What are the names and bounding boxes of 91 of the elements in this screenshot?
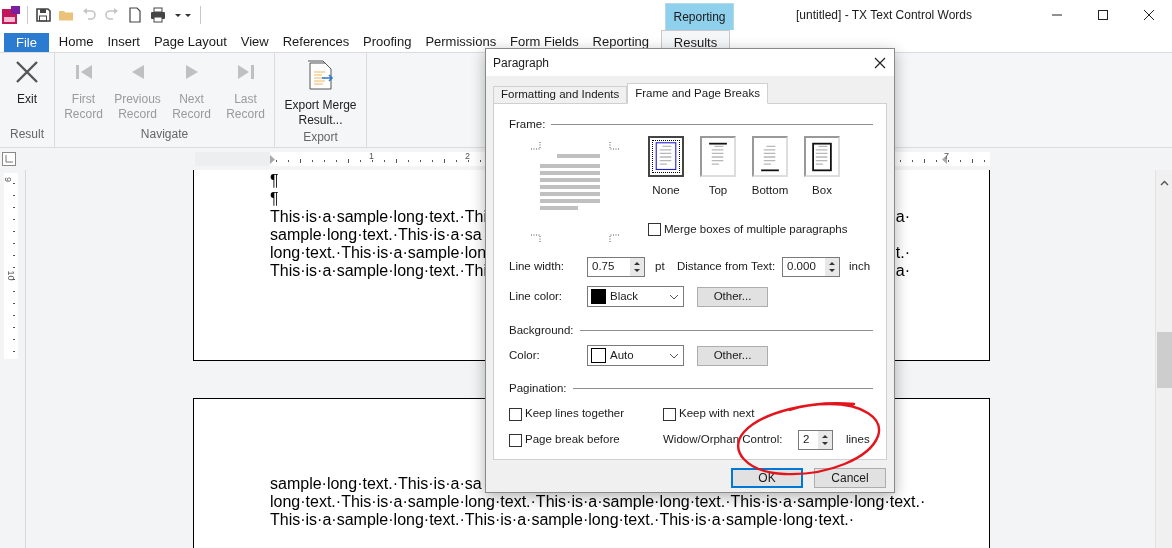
chevron-down-icon: [669, 352, 679, 359]
ruler-number: 2: [465, 150, 470, 163]
checkbox-label: Keep with next: [679, 406, 755, 422]
dialog-tab[interactable]: Frame and Page Breaks: [627, 83, 768, 104]
scrollbar[interactable]: [1155, 170, 1172, 548]
text-line: ¶: [270, 190, 279, 208]
tab-stop-icon[interactable]: [2, 152, 16, 166]
text-line: long·text.·This·is·a·sample·long·text.·This·is·a·sample·long·text.·This·is·a·sample·long·text.·: [270, 493, 926, 511]
dialog-title: Paragraph: [493, 54, 550, 72]
context-tab-group: Reporting: [665, 3, 734, 30]
frame-option-button[interactable]: [804, 136, 840, 177]
ribbon-tab[interactable]: Form Fields: [506, 30, 583, 52]
window-title: [untitled] - TX Text Control Words: [795, 7, 973, 24]
ribbon-button[interactable]: Export Merge Result...: [278, 59, 363, 128]
spinner-arrows-icon[interactable]: [818, 431, 832, 449]
ruler-number: 7: [944, 150, 949, 163]
button[interactable]: OK: [731, 468, 803, 488]
button[interactable]: Cancel: [814, 468, 886, 488]
group-label: Navigate: [139, 126, 190, 143]
frame-option-button[interactable]: [648, 136, 684, 177]
button[interactable]: Other...: [697, 345, 768, 366]
ruler-number: 1: [369, 150, 374, 163]
section-heading: Background:: [509, 322, 574, 338]
text-line: sample·long·text.·This·is·a·sa: [270, 475, 482, 493]
frame-option-label: Bottom: [751, 183, 789, 197]
checkbox-label: Keep lines together: [525, 406, 625, 422]
ruler-number: 9: [3, 177, 12, 182]
spin-field[interactable]: 2: [798, 430, 833, 450]
close-icon[interactable]: [874, 56, 886, 69]
text-line: This·is·a·sample·long·text.·Thi: [270, 208, 487, 226]
checkbox-label: Merge boxes of multiple paragraphs: [664, 222, 848, 237]
unit-label: inch: [849, 259, 871, 275]
scrollbar-thumb[interactable]: [1156, 332, 1172, 388]
close-icon: [14, 59, 40, 85]
app-icon: [2, 6, 20, 24]
color-dropdown[interactable]: Auto: [587, 345, 684, 366]
chevron-down-icon: [669, 293, 679, 300]
text-line: This·is·a·sample·long·text.·This·is·a·sample·long·text.·This·is·a·sample·long·text.·: [270, 511, 855, 529]
ribbon-tab[interactable]: Proofing: [359, 30, 416, 52]
button[interactable]: Other...: [697, 286, 768, 307]
ribbon-tab[interactable]: View: [236, 30, 273, 52]
maximize-icon[interactable]: [1097, 9, 1109, 21]
dialog-tab[interactable]: Formatting and Indents: [493, 86, 628, 104]
chevron-up-icon[interactable]: [1159, 180, 1169, 186]
field-label: Line width:: [509, 259, 565, 275]
checkbox[interactable]: [663, 407, 676, 421]
text-line: This·is·a·sample·long·text.·Thi: [270, 262, 487, 280]
checkbox-label: Page break before: [525, 432, 620, 448]
spin-field[interactable]: 0.000: [782, 257, 840, 277]
document-icon[interactable]: [127, 7, 143, 23]
frame-option-label: None: [652, 183, 680, 197]
field-label: Line color:: [509, 288, 564, 304]
frame-option-label: Box: [812, 183, 832, 197]
ribbon-tab[interactable]: File: [4, 33, 49, 52]
text-line: sample·long·text.·This·is·a·sa: [270, 226, 482, 244]
section-heading: Frame:: [509, 116, 546, 132]
unit-label: pt: [655, 259, 666, 275]
text-line: long·text.·This·is·a·sample·lon: [270, 244, 487, 262]
checkbox[interactable]: [648, 223, 661, 237]
text-line: ¶: [270, 172, 279, 190]
text-line: a·: [895, 208, 910, 226]
field-label: Color:: [509, 347, 541, 363]
frame-option-label: Top: [708, 183, 728, 197]
ribbon-tab[interactable]: Home: [54, 30, 98, 52]
section-heading: Pagination:: [509, 380, 567, 396]
spin-field[interactable]: 0.75: [587, 257, 645, 277]
printer-icon[interactable]: [150, 7, 166, 23]
ribbon-tab[interactable]: References: [278, 30, 354, 52]
horizontal-ruler[interactable]: 7: [895, 152, 990, 166]
text-line: a·: [895, 262, 910, 280]
ribbon-tab[interactable]: Page Layout: [149, 30, 231, 52]
unit-label: lines: [846, 432, 870, 448]
ribbon-tab[interactable]: Permissions: [421, 30, 501, 52]
group-label: Result: [9, 126, 45, 143]
spinner-arrows-icon[interactable]: [825, 258, 839, 276]
text-line: t.·: [895, 244, 910, 262]
ruler-number: 10: [5, 270, 15, 281]
horizontal-ruler[interactable]: 1 2: [195, 152, 485, 166]
vertical-ruler[interactable]: 9 10: [4, 173, 18, 359]
save-icon[interactable]: [35, 7, 51, 23]
field-label: Distance from Text:: [677, 259, 777, 275]
group-label: Export: [302, 129, 339, 146]
ribbon-tab[interactable]: Reporting: [588, 30, 653, 52]
ribbon-button[interactable]: Exit: [2, 59, 52, 107]
checkbox[interactable]: [509, 433, 522, 447]
close-icon[interactable]: [1143, 9, 1155, 21]
spinner-arrows-icon[interactable]: [630, 258, 644, 276]
field-label: Widow/Orphan Control:: [663, 432, 784, 448]
ribbon-tab[interactable]: Insert: [103, 30, 144, 52]
color-dropdown[interactable]: Black: [587, 286, 684, 307]
checkbox[interactable]: [509, 407, 522, 421]
